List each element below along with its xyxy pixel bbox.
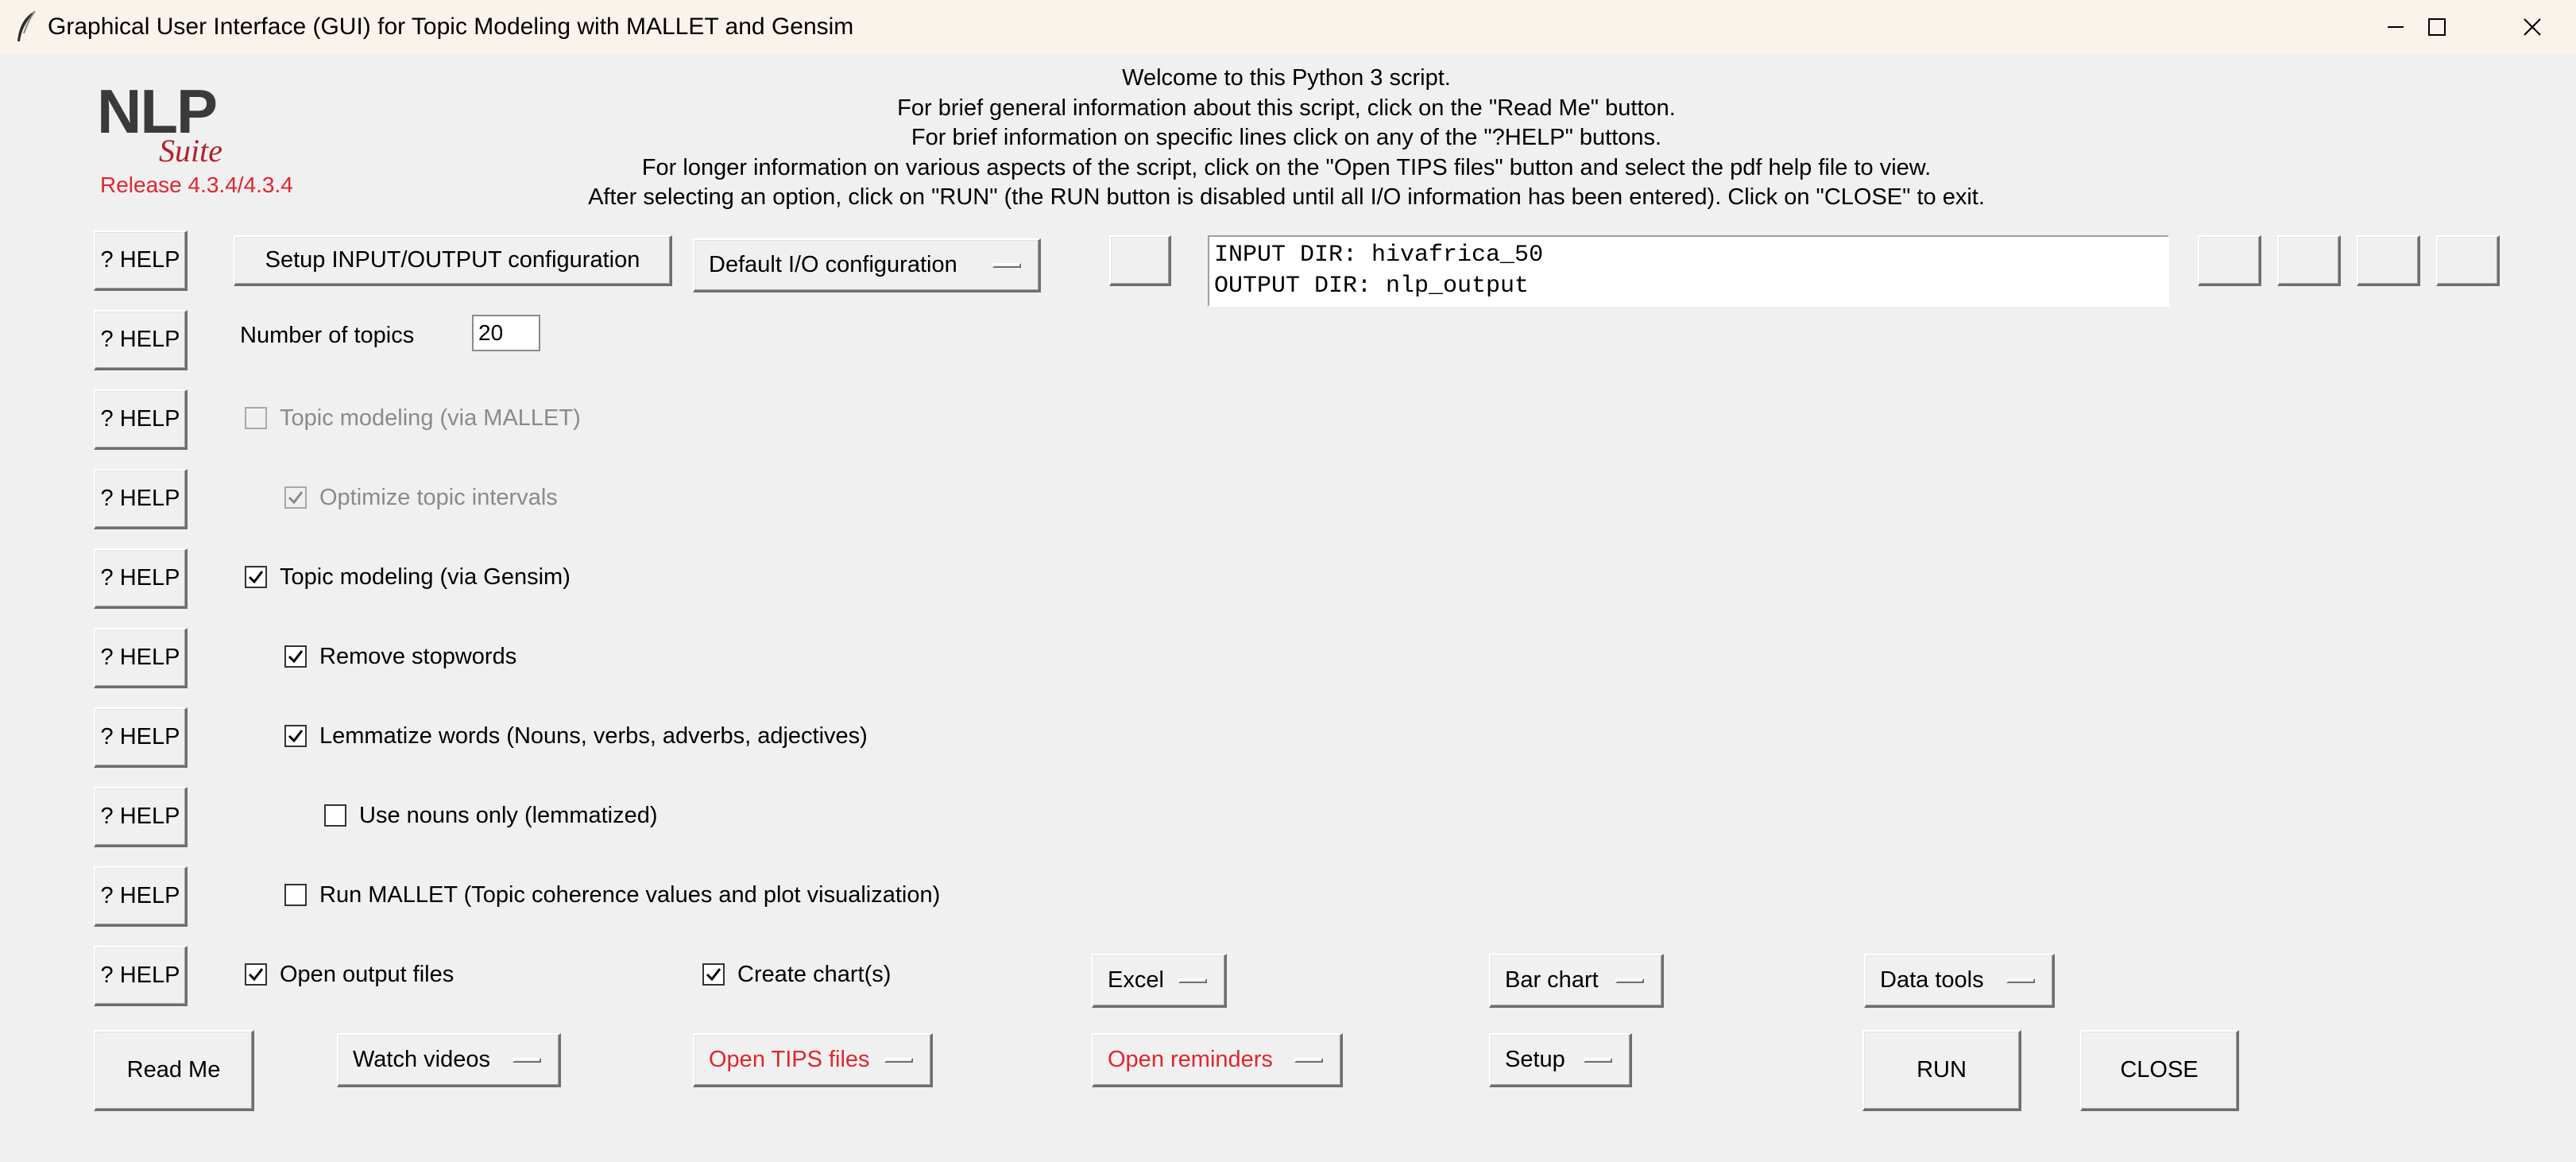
nouns-only-checkbox[interactable] <box>324 804 346 827</box>
io-extra-button-3[interactable] <box>2357 235 2420 286</box>
io-config-menu-label: Default I/O configuration <box>709 252 957 277</box>
blank-button[interactable] <box>1109 235 1171 286</box>
menu-indicator-icon <box>1584 1057 1612 1063</box>
watch-videos-menu[interactable]: Watch videos <box>337 1033 561 1087</box>
menu-indicator-icon <box>884 1057 913 1063</box>
close-button[interactable]: CLOSE <box>2080 1030 2239 1111</box>
io-extra-button-1[interactable] <box>2198 235 2261 286</box>
menu-indicator-icon <box>1294 1057 1323 1063</box>
stopwords-label: Remove stopwords <box>319 644 517 669</box>
setup-menu-label: Setup <box>1505 1047 1565 1072</box>
welcome-line: For brief general information about this… <box>897 95 1676 121</box>
stopwords-checkbox[interactable] <box>284 645 307 668</box>
data-tools-menu-label: Data tools <box>1880 967 1984 993</box>
checkmark-icon <box>248 571 264 584</box>
setup-io-button[interactable]: Setup INPUT/OUTPUT configuration <box>234 235 672 286</box>
help-button-nouns[interactable]: ? HELP <box>94 787 188 847</box>
io-extra-button-4[interactable] <box>2436 235 2500 286</box>
welcome-line: For brief information on specific lines … <box>911 125 1662 150</box>
logo-suite: Suite <box>159 133 222 168</box>
help-button-output[interactable]: ? HELP <box>94 946 188 1006</box>
help-button-optimize[interactable]: ? HELP <box>94 469 188 529</box>
window-title: Graphical User Interface (GUI) for Topic… <box>48 14 854 40</box>
input-dir-text: INPUT DIR: hivafrica_50 <box>1214 242 1544 269</box>
maximize-button[interactable] <box>2393 0 2481 54</box>
open-output-label: Open output files <box>280 962 454 987</box>
release-label: Release 4.3.4/4.3.4 <box>100 172 293 197</box>
help-button-topics[interactable]: ? HELP <box>94 310 188 370</box>
help-button-lemmatize[interactable]: ? HELP <box>94 707 188 768</box>
menu-indicator-icon <box>1178 978 1207 983</box>
help-button-run-mallet[interactable]: ? HELP <box>94 866 188 927</box>
gensim-label: Topic modeling (via Gensim) <box>280 564 571 590</box>
optimize-label: Optimize topic intervals <box>319 485 558 510</box>
close-icon <box>2524 18 2541 36</box>
checkmark-icon <box>248 968 264 982</box>
io-extra-button-2[interactable] <box>2277 235 2341 286</box>
io-info-textbox: INPUT DIR: hivafrica_50 OUTPUT DIR: nlp_… <box>1208 235 2169 307</box>
nouns-only-label: Use nouns only (lemmatized) <box>359 803 658 828</box>
title-bar: Graphical User Interface (GUI) for Topic… <box>0 0 2576 54</box>
bar-chart-menu-label: Bar chart <box>1505 967 1599 993</box>
run-mallet-label: Run MALLET (Topic coherence values and p… <box>319 882 941 908</box>
menu-indicator-icon <box>2006 978 2035 983</box>
welcome-text: Welcome to this Python 3 script. For bri… <box>493 64 2080 213</box>
excel-menu[interactable]: Excel <box>1092 954 1227 1008</box>
run-button[interactable]: RUN <box>1862 1030 2021 1111</box>
open-reminders-menu[interactable]: Open reminders <box>1092 1033 1343 1087</box>
mallet-checkbox[interactable] <box>245 407 267 429</box>
help-button-io[interactable]: ? HELP <box>94 230 188 291</box>
io-config-menu[interactable]: Default I/O configuration <box>693 238 1041 292</box>
lemmatize-label: Lemmatize words (Nouns, verbs, adverbs, … <box>319 723 868 749</box>
feather-icon <box>17 10 36 41</box>
open-tips-menu-label: Open TIPS files <box>709 1047 870 1072</box>
create-charts-label: Create chart(s) <box>737 962 892 987</box>
help-button-gensim[interactable]: ? HELP <box>94 548 188 609</box>
run-mallet-checkbox[interactable] <box>284 884 307 906</box>
close-window-button[interactable] <box>2489 0 2576 54</box>
output-dir-text: OUTPUT DIR: nlp_output <box>1214 273 1530 300</box>
checkmark-icon <box>288 491 304 505</box>
num-topics-label: Number of topics <box>240 323 415 348</box>
help-button-mallet[interactable]: ? HELP <box>94 389 188 450</box>
num-topics-input[interactable]: 20 <box>472 315 540 351</box>
open-reminders-menu-label: Open reminders <box>1108 1047 1273 1072</box>
excel-menu-label: Excel <box>1108 967 1164 993</box>
data-tools-menu[interactable]: Data tools <box>1864 954 2055 1008</box>
gensim-checkbox[interactable] <box>245 566 267 588</box>
mallet-label: Topic modeling (via MALLET) <box>280 405 581 431</box>
setup-menu[interactable]: Setup <box>1489 1033 1632 1087</box>
open-tips-menu[interactable]: Open TIPS files <box>693 1033 933 1087</box>
welcome-line: For longer information on various aspect… <box>641 154 1932 180</box>
checkmark-icon <box>288 730 304 743</box>
checkmark-icon <box>288 650 304 664</box>
watch-videos-menu-label: Watch videos <box>353 1047 490 1072</box>
menu-indicator-icon <box>512 1057 541 1063</box>
bar-chart-menu[interactable]: Bar chart <box>1489 954 1664 1008</box>
welcome-line: After selecting an option, click on "RUN… <box>588 184 1985 210</box>
optimize-checkbox[interactable] <box>284 486 307 509</box>
maximize-icon <box>2428 18 2446 36</box>
lemmatize-checkbox[interactable] <box>284 725 307 747</box>
help-button-stopwords[interactable]: ? HELP <box>94 628 188 688</box>
welcome-line: Welcome to this Python 3 script. <box>1122 65 1451 91</box>
menu-indicator-icon <box>992 262 1021 268</box>
open-output-checkbox[interactable] <box>245 963 267 986</box>
read-me-button[interactable]: Read Me <box>94 1030 254 1111</box>
create-charts-checkbox[interactable] <box>702 963 725 986</box>
menu-indicator-icon <box>1615 978 1644 983</box>
checkmark-icon <box>706 968 721 982</box>
